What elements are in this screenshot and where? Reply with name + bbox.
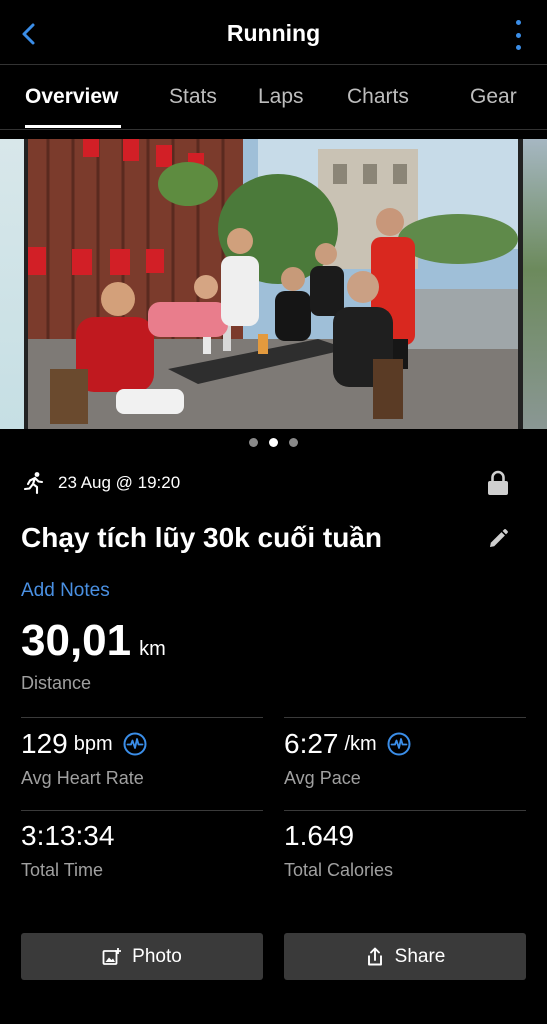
distance-label: Distance <box>21 673 92 693</box>
activity-name: Chạy tích lũy 30k cuối tuần <box>21 522 382 553</box>
tab-bar: Overview Stats Laps Charts Gear <box>0 64 547 130</box>
share-button[interactable]: Share <box>284 933 526 980</box>
tab-laps[interactable]: Laps <box>258 85 304 109</box>
distance-value-row: 30,01 km <box>21 616 166 666</box>
add-photo-icon <box>102 947 122 965</box>
pager-dot[interactable] <box>289 438 298 447</box>
pager-dot-active[interactable] <box>269 438 278 447</box>
pager-dot[interactable] <box>249 438 258 447</box>
total-time-label: Total Time <box>21 860 104 880</box>
share-icon <box>367 947 382 965</box>
pace-pulse-icon <box>387 732 411 756</box>
total-time-stat[interactable]: 3:13:34 Total Time <box>21 820 114 881</box>
active-tab-indicator <box>25 125 121 128</box>
divider <box>284 810 526 811</box>
avg-heart-rate-stat[interactable]: 129 bpm Avg Heart Rate <box>21 728 147 789</box>
divider <box>284 717 526 718</box>
add-photo-button[interactable]: Photo <box>21 933 263 980</box>
heart-rate-unit: bpm <box>73 732 113 755</box>
next-photo-preview[interactable] <box>523 139 547 429</box>
lock-icon[interactable] <box>487 470 509 496</box>
tab-charts[interactable]: Charts <box>347 85 409 109</box>
divider <box>21 810 263 811</box>
tab-stats[interactable]: Stats <box>169 85 217 109</box>
total-calories-stat[interactable]: 1.649 Total Calories <box>284 820 393 881</box>
avg-pace-stat[interactable]: 6:27 /km Avg Pace <box>284 728 411 789</box>
heart-rate-value: 129 <box>21 728 68 759</box>
distance-unit: km <box>139 638 166 660</box>
group-photo-illustration <box>28 139 518 429</box>
pace-unit: /km <box>344 732 377 755</box>
page-title: Running <box>226 20 321 46</box>
divider <box>21 717 263 718</box>
activity-datetime: 23 Aug @ 19:20 <box>58 473 181 492</box>
carousel-pager <box>0 438 547 447</box>
edit-pencil-icon[interactable] <box>487 528 509 550</box>
tab-gear[interactable]: Gear <box>470 85 517 109</box>
heart-rate-pulse-icon <box>123 732 147 756</box>
activity-meta: 23 Aug @ 19:20 <box>22 470 180 496</box>
top-bar: Running <box>0 0 547 64</box>
tab-overview[interactable]: Overview <box>25 85 118 109</box>
pace-value: 6:27 <box>284 728 339 759</box>
calories-label: Total Calories <box>284 860 394 880</box>
total-time-value: 3:13:34 <box>21 820 115 851</box>
add-notes-link[interactable]: Add Notes <box>21 580 110 602</box>
more-options-icon[interactable] <box>511 20 525 50</box>
share-button-label: Share <box>394 945 446 967</box>
pace-label: Avg Pace <box>284 768 361 788</box>
distance-value: 30,01 <box>21 616 132 665</box>
photo-button-label: Photo <box>132 945 182 967</box>
activity-photo[interactable] <box>28 139 518 429</box>
previous-photo-preview[interactable] <box>0 139 24 429</box>
running-person-icon <box>23 472 44 495</box>
heart-rate-label: Avg Heart Rate <box>21 768 144 788</box>
photo-carousel[interactable] <box>0 139 547 429</box>
calories-value: 1.649 <box>284 820 355 851</box>
